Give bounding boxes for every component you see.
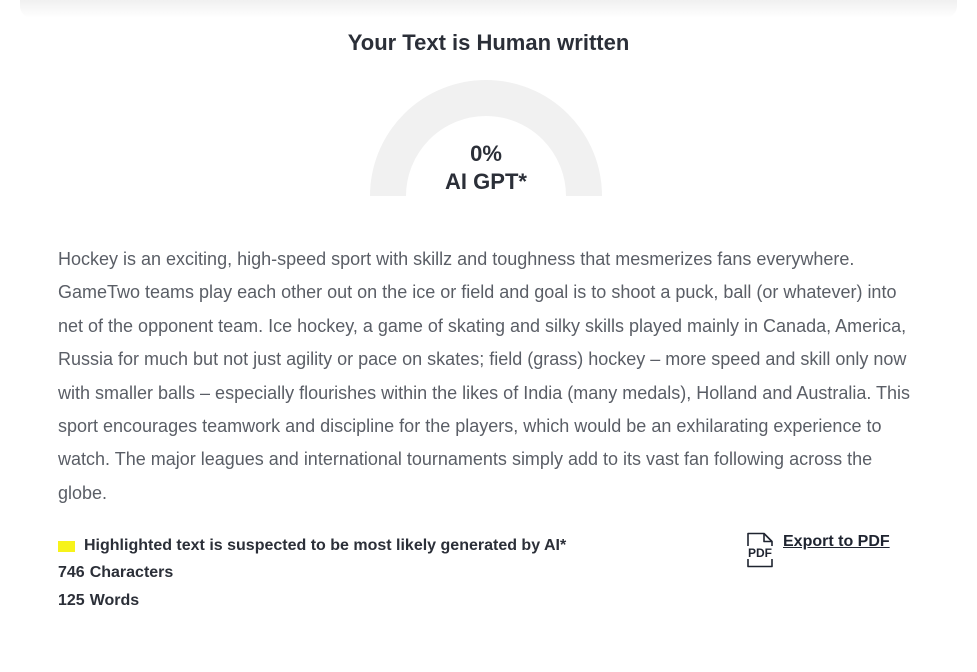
character-count-value: 746 <box>58 564 85 581</box>
highlight-legend: Highlighted text is suspected to be most… <box>58 535 566 557</box>
word-count-label: Words <box>89 592 140 609</box>
export-to-pdf-label[interactable]: Export to PDF <box>783 533 890 551</box>
detector-result-panel: Your Text is Human written 0% AI GPT* Ho… <box>0 0 977 672</box>
legend-text: Highlighted text is suspected to be most… <box>84 537 567 554</box>
character-count: 746 Characters <box>58 564 173 582</box>
word-count: 125 Words <box>58 592 139 610</box>
ai-score-gauge: 0% AI GPT* <box>370 80 602 198</box>
gauge-caption: AI GPT* <box>445 169 527 194</box>
highlight-swatch <box>58 540 75 552</box>
export-to-pdf-button[interactable]: PDF Export to PDF <box>744 532 890 568</box>
character-count-label: Characters <box>89 564 174 581</box>
pdf-file-icon: PDF <box>745 532 775 568</box>
gauge-percentage: 0% <box>470 141 502 166</box>
analyzed-text: Hockey is an exciting, high-speed sport … <box>58 249 911 503</box>
word-count-value: 125 <box>58 592 85 609</box>
pdf-icon-text: PDF <box>748 546 772 560</box>
panel-top-shadow <box>20 0 957 18</box>
result-title: Your Text is Human written <box>347 30 630 55</box>
